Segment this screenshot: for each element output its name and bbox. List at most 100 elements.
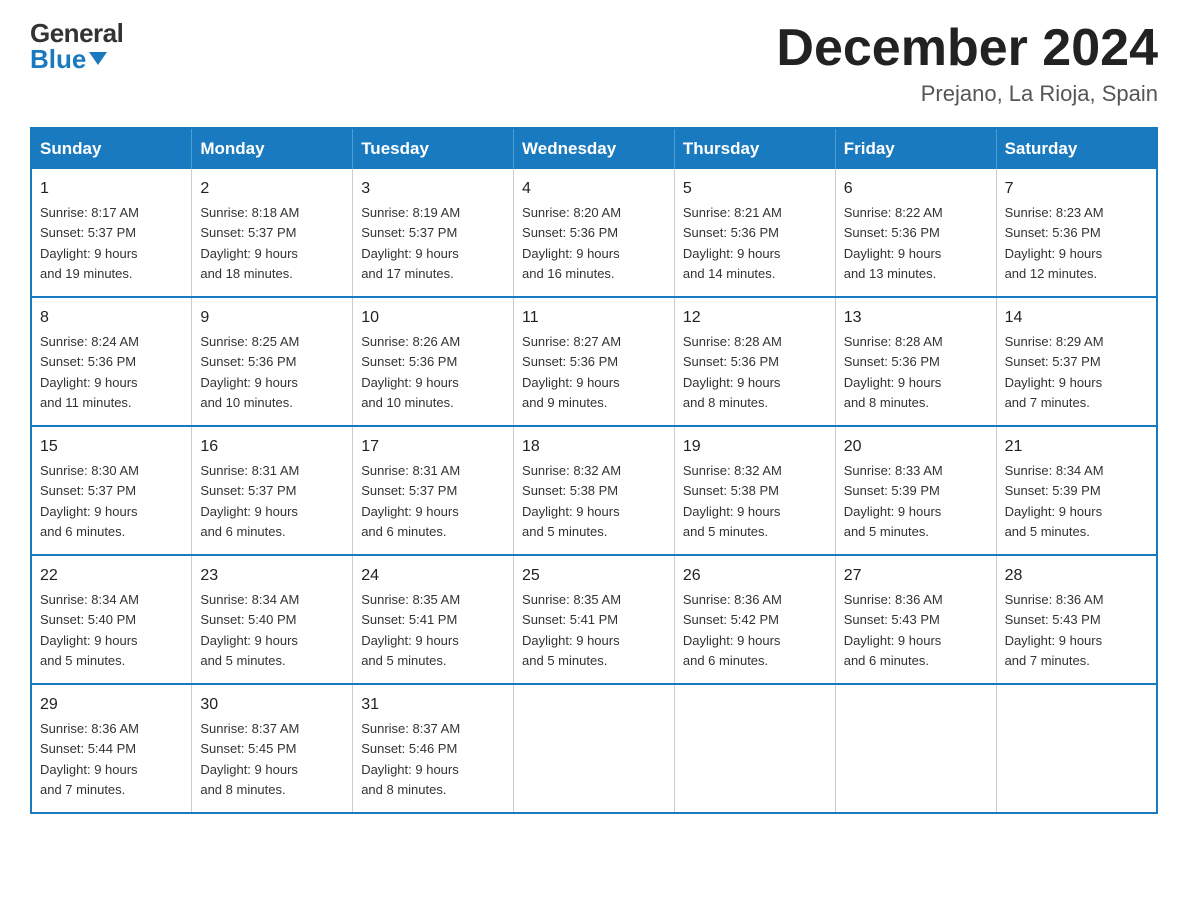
calendar-cell: 12 Sunrise: 8:28 AMSunset: 5:36 PMDaylig… xyxy=(674,297,835,426)
calendar-cell: 31 Sunrise: 8:37 AMSunset: 5:46 PMDaylig… xyxy=(353,684,514,813)
calendar-cell xyxy=(996,684,1157,813)
day-info: Sunrise: 8:34 AMSunset: 5:40 PMDaylight:… xyxy=(40,592,139,668)
day-number: 26 xyxy=(683,564,827,588)
day-info: Sunrise: 8:37 AMSunset: 5:46 PMDaylight:… xyxy=(361,721,460,797)
location-subtitle: Prejano, La Rioja, Spain xyxy=(776,81,1158,107)
calendar-cell: 13 Sunrise: 8:28 AMSunset: 5:36 PMDaylig… xyxy=(835,297,996,426)
page-header: General Blue December 2024 Prejano, La R… xyxy=(30,20,1158,107)
day-info: Sunrise: 8:27 AMSunset: 5:36 PMDaylight:… xyxy=(522,334,621,410)
day-info: Sunrise: 8:35 AMSunset: 5:41 PMDaylight:… xyxy=(522,592,621,668)
day-number: 20 xyxy=(844,435,988,459)
week-row-2: 8 Sunrise: 8:24 AMSunset: 5:36 PMDayligh… xyxy=(31,297,1157,426)
calendar-cell: 3 Sunrise: 8:19 AMSunset: 5:37 PMDayligh… xyxy=(353,169,514,297)
calendar-cell: 18 Sunrise: 8:32 AMSunset: 5:38 PMDaylig… xyxy=(514,426,675,555)
day-info: Sunrise: 8:36 AMSunset: 5:43 PMDaylight:… xyxy=(1005,592,1104,668)
day-number: 17 xyxy=(361,435,505,459)
calendar-cell: 1 Sunrise: 8:17 AMSunset: 5:37 PMDayligh… xyxy=(31,169,192,297)
day-number: 7 xyxy=(1005,177,1148,201)
day-number: 9 xyxy=(200,306,344,330)
calendar-cell: 6 Sunrise: 8:22 AMSunset: 5:36 PMDayligh… xyxy=(835,169,996,297)
header-saturday: Saturday xyxy=(996,128,1157,169)
week-row-3: 15 Sunrise: 8:30 AMSunset: 5:37 PMDaylig… xyxy=(31,426,1157,555)
day-info: Sunrise: 8:28 AMSunset: 5:36 PMDaylight:… xyxy=(844,334,943,410)
header-tuesday: Tuesday xyxy=(353,128,514,169)
day-info: Sunrise: 8:31 AMSunset: 5:37 PMDaylight:… xyxy=(200,463,299,539)
day-number: 5 xyxy=(683,177,827,201)
day-number: 1 xyxy=(40,177,183,201)
day-info: Sunrise: 8:18 AMSunset: 5:37 PMDaylight:… xyxy=(200,205,299,281)
day-info: Sunrise: 8:34 AMSunset: 5:39 PMDaylight:… xyxy=(1005,463,1104,539)
calendar-table: Sunday Monday Tuesday Wednesday Thursday… xyxy=(30,127,1158,814)
header-thursday: Thursday xyxy=(674,128,835,169)
days-of-week-row: Sunday Monday Tuesday Wednesday Thursday… xyxy=(31,128,1157,169)
day-info: Sunrise: 8:22 AMSunset: 5:36 PMDaylight:… xyxy=(844,205,943,281)
month-title: December 2024 xyxy=(776,20,1158,77)
day-info: Sunrise: 8:23 AMSunset: 5:36 PMDaylight:… xyxy=(1005,205,1104,281)
day-number: 8 xyxy=(40,306,183,330)
calendar-cell: 25 Sunrise: 8:35 AMSunset: 5:41 PMDaylig… xyxy=(514,555,675,684)
day-number: 11 xyxy=(522,306,666,330)
logo-general-text: General xyxy=(30,20,123,46)
day-info: Sunrise: 8:24 AMSunset: 5:36 PMDaylight:… xyxy=(40,334,139,410)
calendar-cell: 19 Sunrise: 8:32 AMSunset: 5:38 PMDaylig… xyxy=(674,426,835,555)
day-number: 29 xyxy=(40,693,183,717)
calendar-cell xyxy=(514,684,675,813)
day-info: Sunrise: 8:30 AMSunset: 5:37 PMDaylight:… xyxy=(40,463,139,539)
header-wednesday: Wednesday xyxy=(514,128,675,169)
calendar-cell: 5 Sunrise: 8:21 AMSunset: 5:36 PMDayligh… xyxy=(674,169,835,297)
day-info: Sunrise: 8:37 AMSunset: 5:45 PMDaylight:… xyxy=(200,721,299,797)
day-number: 16 xyxy=(200,435,344,459)
day-number: 6 xyxy=(844,177,988,201)
day-number: 27 xyxy=(844,564,988,588)
calendar-body: 1 Sunrise: 8:17 AMSunset: 5:37 PMDayligh… xyxy=(31,169,1157,813)
day-info: Sunrise: 8:36 AMSunset: 5:44 PMDaylight:… xyxy=(40,721,139,797)
calendar-cell: 20 Sunrise: 8:33 AMSunset: 5:39 PMDaylig… xyxy=(835,426,996,555)
day-info: Sunrise: 8:32 AMSunset: 5:38 PMDaylight:… xyxy=(683,463,782,539)
day-info: Sunrise: 8:17 AMSunset: 5:37 PMDaylight:… xyxy=(40,205,139,281)
day-info: Sunrise: 8:31 AMSunset: 5:37 PMDaylight:… xyxy=(361,463,460,539)
calendar-cell: 4 Sunrise: 8:20 AMSunset: 5:36 PMDayligh… xyxy=(514,169,675,297)
day-info: Sunrise: 8:28 AMSunset: 5:36 PMDaylight:… xyxy=(683,334,782,410)
logo: General Blue xyxy=(30,20,123,72)
day-info: Sunrise: 8:36 AMSunset: 5:42 PMDaylight:… xyxy=(683,592,782,668)
day-info: Sunrise: 8:33 AMSunset: 5:39 PMDaylight:… xyxy=(844,463,943,539)
day-number: 31 xyxy=(361,693,505,717)
calendar-cell: 14 Sunrise: 8:29 AMSunset: 5:37 PMDaylig… xyxy=(996,297,1157,426)
day-info: Sunrise: 8:20 AMSunset: 5:36 PMDaylight:… xyxy=(522,205,621,281)
calendar-cell: 28 Sunrise: 8:36 AMSunset: 5:43 PMDaylig… xyxy=(996,555,1157,684)
day-number: 22 xyxy=(40,564,183,588)
day-info: Sunrise: 8:21 AMSunset: 5:36 PMDaylight:… xyxy=(683,205,782,281)
calendar-cell: 2 Sunrise: 8:18 AMSunset: 5:37 PMDayligh… xyxy=(192,169,353,297)
calendar-header: Sunday Monday Tuesday Wednesday Thursday… xyxy=(31,128,1157,169)
day-number: 14 xyxy=(1005,306,1148,330)
day-number: 21 xyxy=(1005,435,1148,459)
calendar-cell: 26 Sunrise: 8:36 AMSunset: 5:42 PMDaylig… xyxy=(674,555,835,684)
calendar-cell: 15 Sunrise: 8:30 AMSunset: 5:37 PMDaylig… xyxy=(31,426,192,555)
day-number: 13 xyxy=(844,306,988,330)
title-section: December 2024 Prejano, La Rioja, Spain xyxy=(776,20,1158,107)
day-info: Sunrise: 8:29 AMSunset: 5:37 PMDaylight:… xyxy=(1005,334,1104,410)
day-number: 18 xyxy=(522,435,666,459)
week-row-1: 1 Sunrise: 8:17 AMSunset: 5:37 PMDayligh… xyxy=(31,169,1157,297)
header-sunday: Sunday xyxy=(31,128,192,169)
calendar-cell: 8 Sunrise: 8:24 AMSunset: 5:36 PMDayligh… xyxy=(31,297,192,426)
day-number: 19 xyxy=(683,435,827,459)
calendar-cell: 11 Sunrise: 8:27 AMSunset: 5:36 PMDaylig… xyxy=(514,297,675,426)
calendar-cell: 30 Sunrise: 8:37 AMSunset: 5:45 PMDaylig… xyxy=(192,684,353,813)
calendar-cell: 22 Sunrise: 8:34 AMSunset: 5:40 PMDaylig… xyxy=(31,555,192,684)
calendar-cell: 29 Sunrise: 8:36 AMSunset: 5:44 PMDaylig… xyxy=(31,684,192,813)
day-number: 30 xyxy=(200,693,344,717)
calendar-cell: 17 Sunrise: 8:31 AMSunset: 5:37 PMDaylig… xyxy=(353,426,514,555)
header-monday: Monday xyxy=(192,128,353,169)
day-info: Sunrise: 8:32 AMSunset: 5:38 PMDaylight:… xyxy=(522,463,621,539)
day-number: 12 xyxy=(683,306,827,330)
day-number: 3 xyxy=(361,177,505,201)
calendar-cell: 27 Sunrise: 8:36 AMSunset: 5:43 PMDaylig… xyxy=(835,555,996,684)
day-number: 4 xyxy=(522,177,666,201)
day-info: Sunrise: 8:26 AMSunset: 5:36 PMDaylight:… xyxy=(361,334,460,410)
day-info: Sunrise: 8:25 AMSunset: 5:36 PMDaylight:… xyxy=(200,334,299,410)
calendar-cell xyxy=(835,684,996,813)
day-number: 25 xyxy=(522,564,666,588)
day-number: 2 xyxy=(200,177,344,201)
day-number: 23 xyxy=(200,564,344,588)
